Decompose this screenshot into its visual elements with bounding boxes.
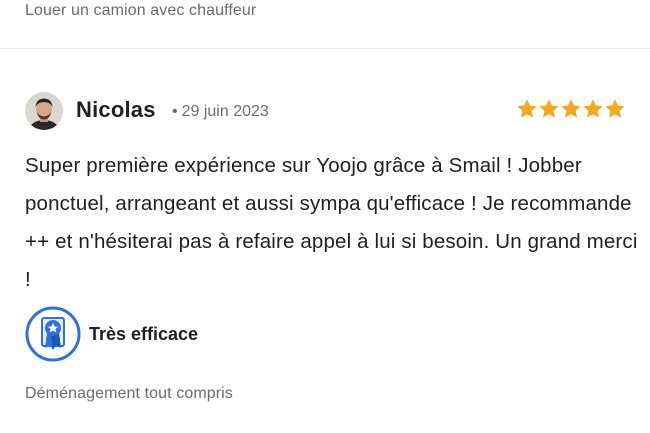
review-meta: • 29 juin 2023 [170,102,269,122]
avatar-image [25,92,63,130]
review-card: Nicolas • 29 juin 2023 Super première exp… [25,90,637,402]
previous-review-category: Louer un camion avec chauffeur [25,2,257,19]
review-category: Déménagement tout compris [25,385,233,402]
star-icon [606,100,624,118]
review-header: Nicolas • 29 juin 2023 [25,90,625,130]
star-icon [584,100,602,118]
avatar [25,92,63,130]
star-icon [562,100,580,118]
review-badge: Très efficace [25,306,198,362]
meta-separator: • [172,103,178,120]
star-icon [540,100,558,118]
review-divider [0,48,650,49]
review-author: Nicolas [76,97,156,122]
rating-stars [517,99,625,119]
review-text: Super première expérience sur Yoojo grâc… [25,154,638,291]
star-icon [518,100,536,118]
badge-label: Très efficace [89,323,199,344]
review-date: 29 juin 2023 [181,103,269,120]
award-ribbon-icon [25,306,81,362]
